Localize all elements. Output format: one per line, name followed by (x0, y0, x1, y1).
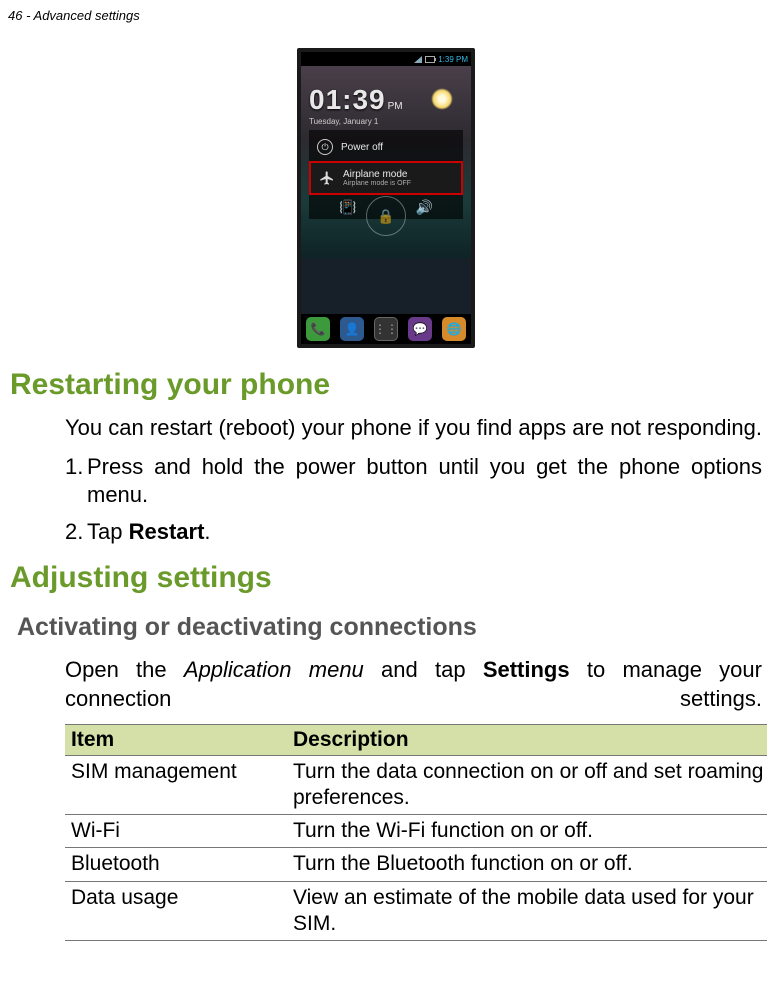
table-header-row: Item Description (65, 724, 767, 755)
signal-icon (414, 56, 422, 63)
vibrate-icon[interactable]: 📳 (339, 199, 356, 216)
table-row: Wi-Fi Turn the Wi-Fi function on or off. (65, 815, 767, 848)
battery-icon (425, 56, 435, 63)
table-row: Data usage View an estimate of the mobil… (65, 881, 767, 941)
cell-desc: Turn the Bluetooth function on or off. (287, 848, 767, 881)
phone-screenshot: 1:39 PM 01:39PM Tuesday, January 1 ⏻ Pow… (5, 48, 767, 348)
connections-intro: Open the Application menu and tap Settin… (65, 656, 762, 713)
power-off-label: Power off (341, 142, 383, 153)
clock-date: Tuesday, January 1 (309, 117, 403, 126)
clock-time: 01:39 (309, 84, 386, 115)
cell-desc: View an estimate of the mobile data used… (287, 881, 767, 941)
phone-frame: 1:39 PM 01:39PM Tuesday, January 1 ⏻ Pow… (297, 48, 475, 348)
phone-app-icon[interactable]: 📞 (306, 317, 330, 341)
browser-app-icon[interactable]: 🌐 (442, 317, 466, 341)
contacts-app-icon[interactable]: 👤 (340, 317, 364, 341)
power-off-item[interactable]: ⏻ Power off (309, 133, 463, 161)
airplane-mode-item[interactable]: Airplane mode Airplane mode is OFF (309, 161, 463, 195)
page-header: 46 - Advanced settings (0, 0, 767, 23)
step-2-text: Tap Restart. (87, 519, 211, 544)
cell-desc: Turn the Wi-Fi function on or off. (287, 815, 767, 848)
step-1-number: 1. (65, 453, 83, 482)
cell-desc: Turn the data connection on or off and s… (287, 755, 767, 815)
th-description: Description (287, 724, 767, 755)
settings-table: Item Description SIM management Turn the… (65, 724, 767, 942)
step-2-number: 2. (65, 518, 83, 547)
airplane-label: Airplane mode (343, 169, 407, 180)
clock-widget: 01:39PM Tuesday, January 1 (309, 84, 403, 126)
airplane-icon (319, 170, 335, 186)
status-bar: 1:39 PM (301, 52, 471, 66)
airplane-sub: Airplane mode is OFF (343, 180, 411, 187)
airplane-label-wrap: Airplane mode Airplane mode is OFF (343, 169, 411, 187)
cell-item: Bluetooth (65, 848, 287, 881)
heading-restarting: Restarting your phone (10, 368, 767, 402)
step-1: 1. Press and hold the power button until… (65, 453, 762, 510)
step-2: 2. Tap Restart. (65, 518, 762, 547)
heading-adjusting: Adjusting settings (10, 561, 767, 595)
lockscreen: 01:39PM Tuesday, January 1 ⏻ Power off A… (301, 66, 471, 258)
dock: 📞 👤 ⋮⋮ 💬 🌐 (301, 314, 471, 344)
weather-icon (431, 88, 453, 110)
th-item: Item (65, 724, 287, 755)
messaging-app-icon[interactable]: 💬 (408, 317, 432, 341)
cell-item: Wi-Fi (65, 815, 287, 848)
cell-item: Data usage (65, 881, 287, 941)
apps-icon[interactable]: ⋮⋮ (374, 317, 398, 341)
lock-ring[interactable]: 🔒 (366, 196, 406, 236)
subheading-connections: Activating or deactivating connections (17, 613, 767, 642)
restarting-intro: You can restart (reboot) your phone if y… (65, 414, 762, 443)
sound-icon[interactable]: 🔊 (416, 199, 433, 216)
step-1-text: Press and hold the power button until yo… (87, 453, 762, 510)
clock-ampm: PM (388, 101, 403, 112)
power-icon: ⏻ (317, 139, 333, 155)
table-row: SIM management Turn the data connection … (65, 755, 767, 815)
cell-item: SIM management (65, 755, 287, 815)
status-time: 1:39 PM (438, 55, 468, 64)
table-row: Bluetooth Turn the Bluetooth function on… (65, 848, 767, 881)
